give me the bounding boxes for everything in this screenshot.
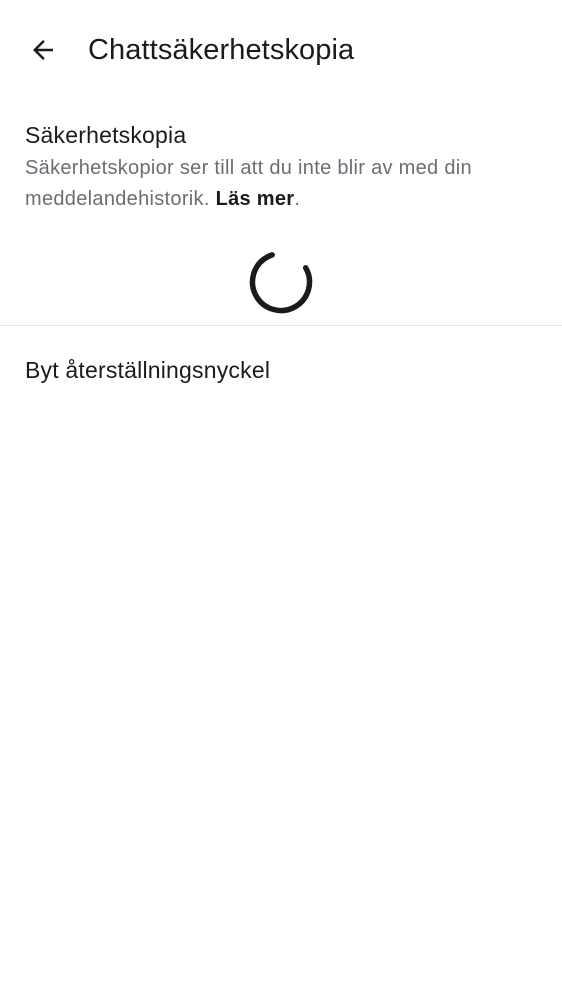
backup-title: Säkerhetskopia (25, 122, 187, 148)
learn-more-link[interactable]: Läs mer (216, 188, 295, 210)
loading-spinner-icon (247, 248, 315, 316)
backup-description: Säkerhetskopior ser till att du inte bli… (25, 153, 540, 215)
description-period: . (294, 188, 301, 210)
app-bar: Chattsäkerhetskopia (0, 0, 562, 100)
section-divider (0, 325, 562, 326)
page-title: Chattsäkerhetskopia (88, 34, 355, 66)
change-recovery-key-label: Byt återställningsnyckel (25, 357, 271, 383)
change-recovery-key-item[interactable]: Byt återställningsnyckel (0, 336, 562, 402)
arrow-left-icon (28, 35, 58, 65)
back-button[interactable] (19, 26, 67, 74)
backup-section: Säkerhetskopia Säkerhetskopior ser till … (25, 118, 540, 215)
